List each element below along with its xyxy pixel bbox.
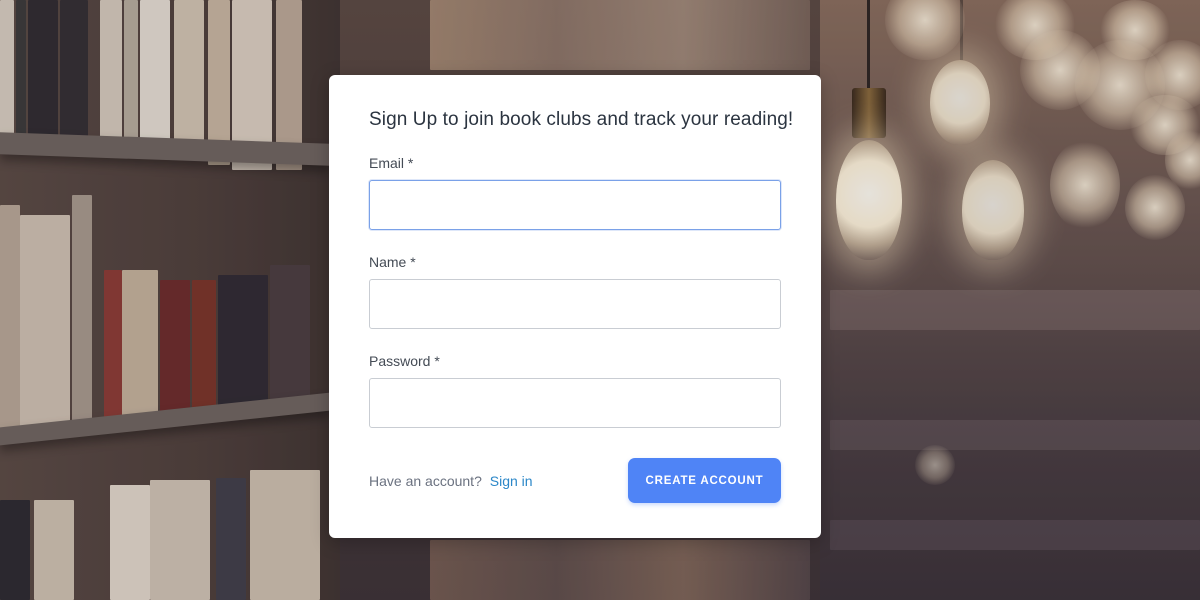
signup-form-card: Sign Up to join book clubs and track you… bbox=[329, 75, 821, 538]
name-field[interactable] bbox=[369, 279, 781, 329]
email-field[interactable] bbox=[369, 180, 781, 230]
page: Sign Up to join book clubs and track you… bbox=[0, 0, 1200, 600]
email-label: Email * bbox=[369, 155, 414, 171]
create-account-button[interactable]: CREATE ACCOUNT bbox=[628, 458, 781, 503]
signup-title: Sign Up to join book clubs and track you… bbox=[369, 109, 794, 130]
name-label: Name * bbox=[369, 254, 416, 270]
password-field[interactable] bbox=[369, 378, 781, 428]
have-account-text: Have an account? bbox=[369, 473, 482, 489]
have-account-row: Have an account? Sign in bbox=[369, 473, 533, 489]
password-label: Password * bbox=[369, 353, 440, 369]
sign-in-link[interactable]: Sign in bbox=[490, 473, 533, 489]
